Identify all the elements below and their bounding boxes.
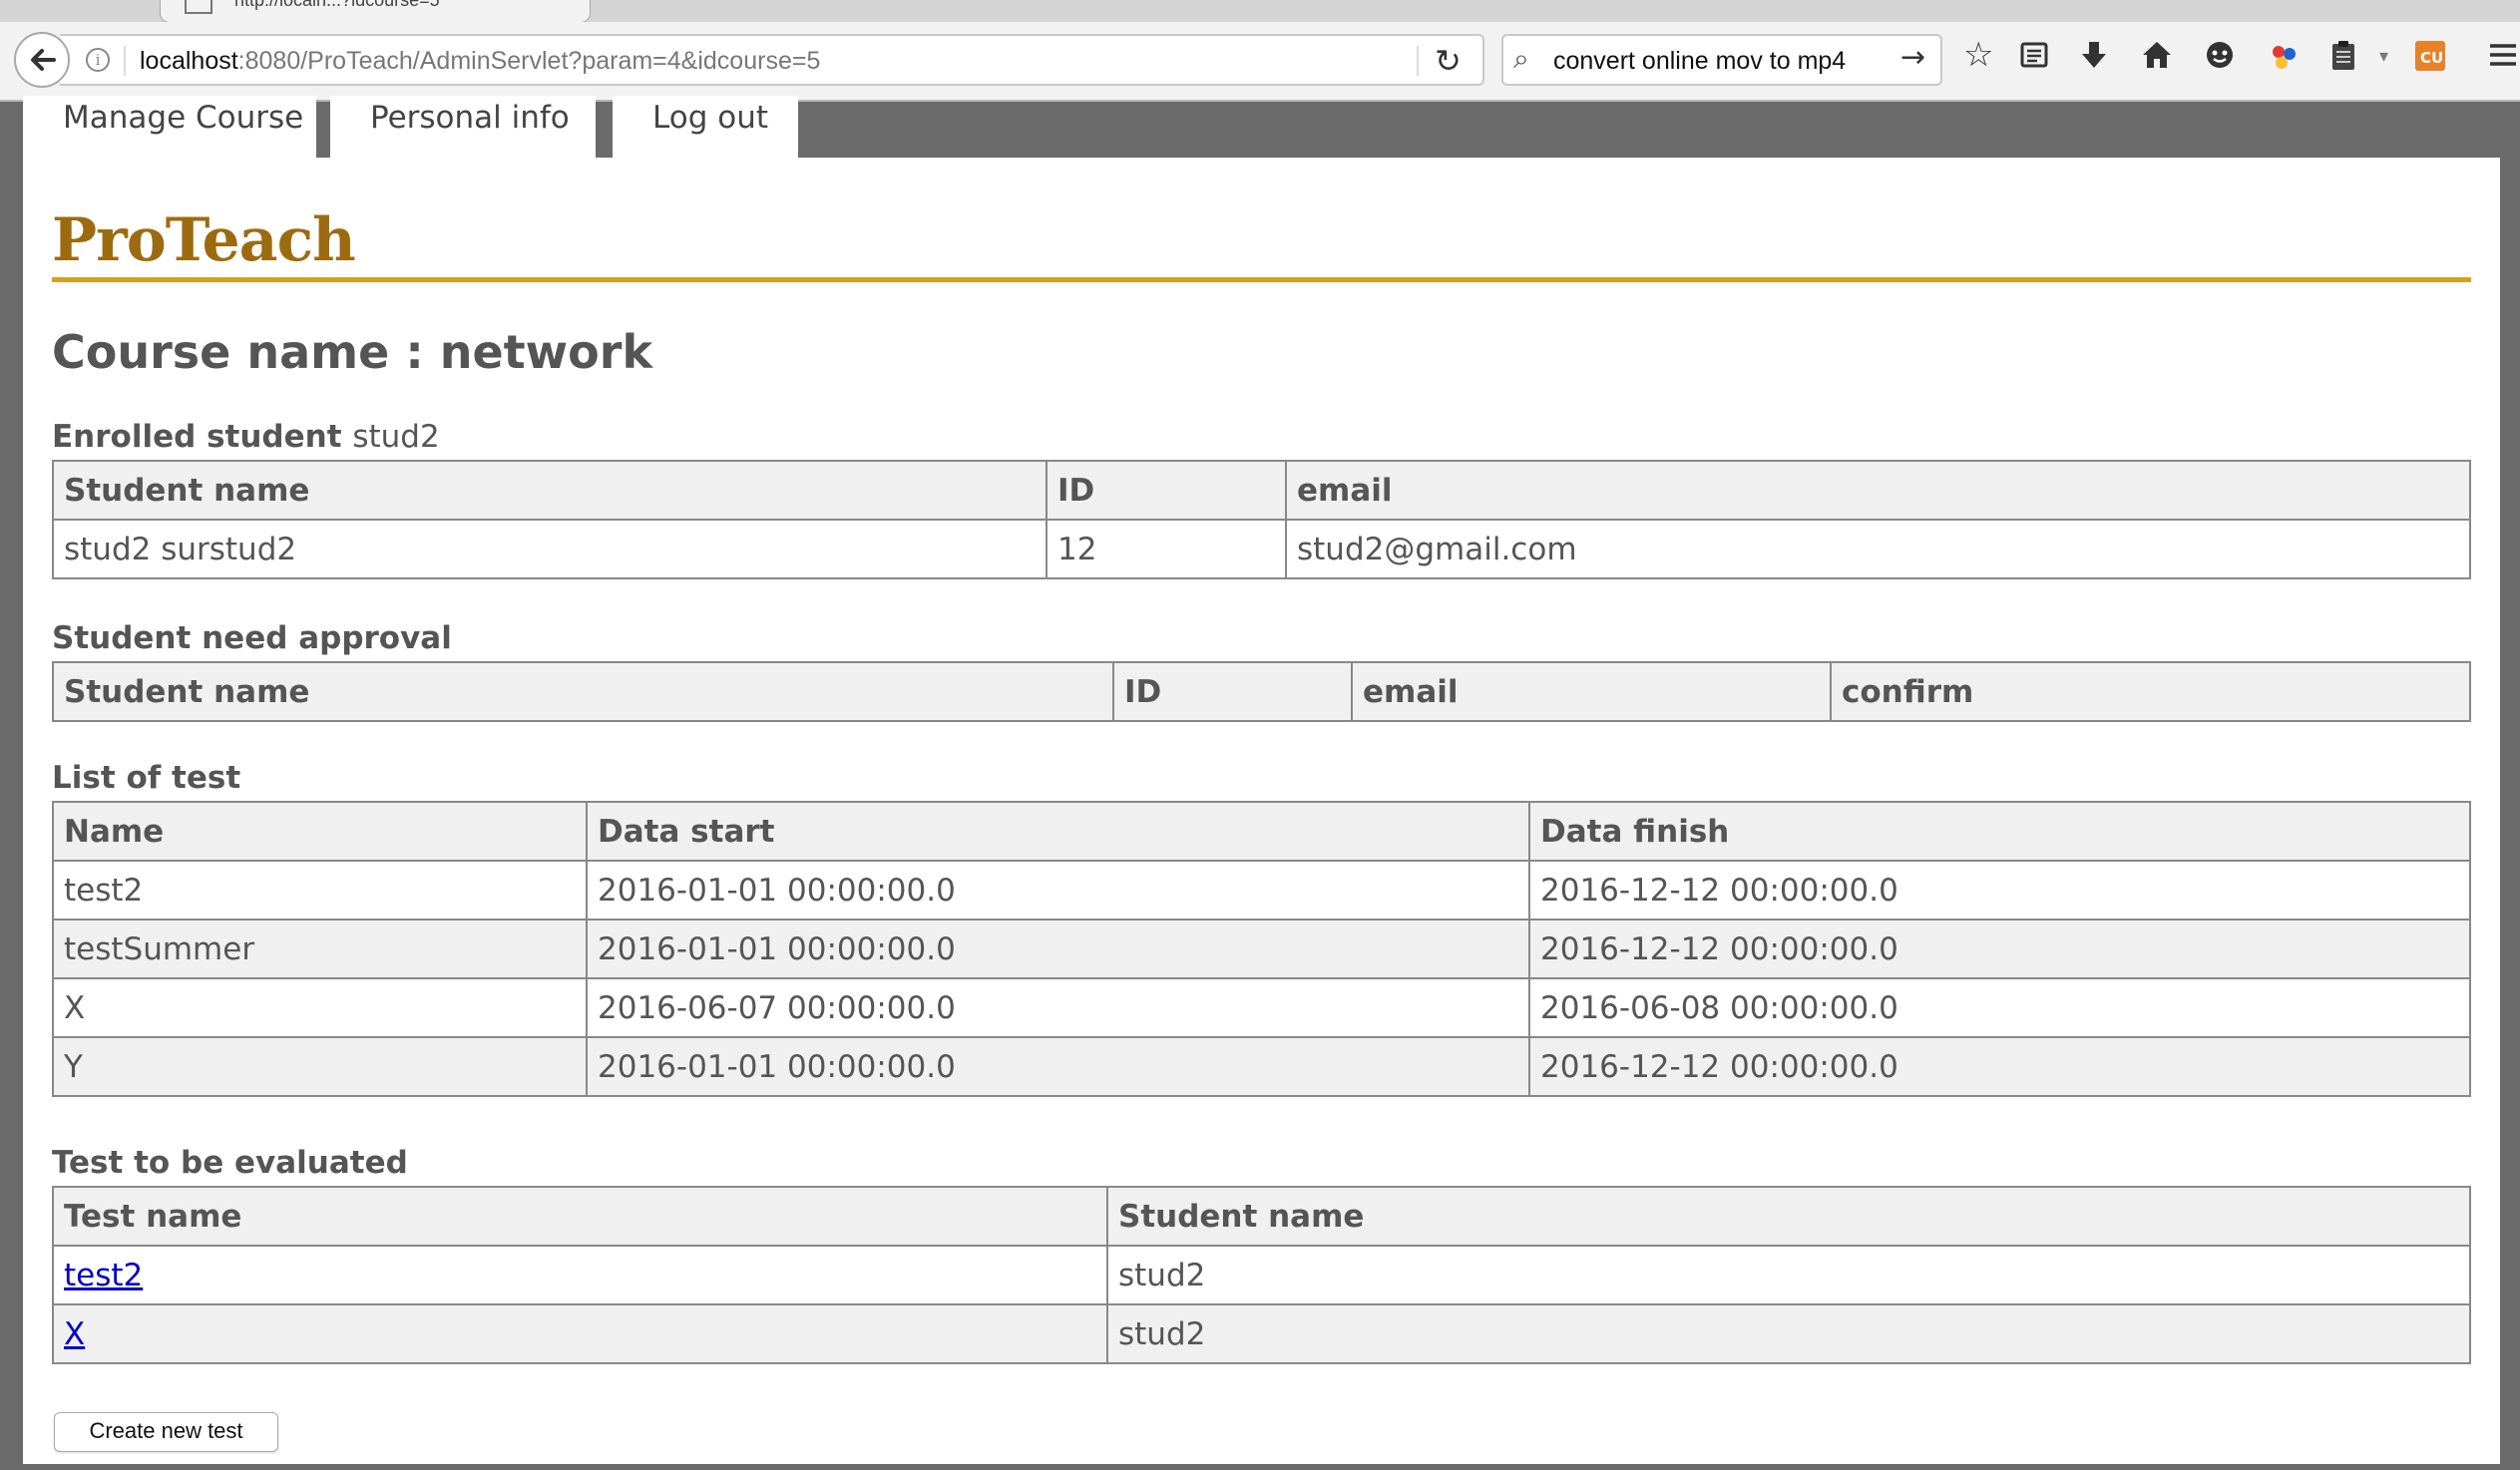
- browser-toolbar: i localhost:8080/ProTeach/AdminServlet?p…: [0, 22, 2520, 102]
- url-host: localhost: [140, 47, 238, 75]
- cu-extension-icon[interactable]: CU: [2414, 40, 2446, 78]
- back-button[interactable]: [14, 32, 70, 88]
- nav-personal-info[interactable]: Personal info: [330, 96, 596, 158]
- enrolled-heading: Enrolled student stud2: [52, 419, 440, 455]
- reading-list-icon[interactable]: [2019, 40, 2049, 76]
- table-row: stud2 surstud2 12 stud2@gmail.com: [52, 519, 2471, 579]
- evaluate-heading: Test to be evaluated: [52, 1145, 408, 1181]
- table-header-row: Test name Student name: [52, 1186, 2471, 1247]
- table-row: X 2016-06-07 00:00:00.0 2016-06-08 00:00…: [52, 977, 2471, 1038]
- svg-text:CU: CU: [2420, 49, 2443, 67]
- column-header: Data start: [586, 801, 1530, 862]
- search-bar[interactable]: ⌕ convert online mov to mp4 →: [1501, 34, 1942, 86]
- enrolled-table: Student name ID email stud2 surstud2 12 …: [52, 460, 2471, 579]
- page-icon: [185, 0, 212, 14]
- column-header: Name: [52, 801, 588, 862]
- chat-icon[interactable]: [2205, 40, 2235, 76]
- test-finish-cell: 2016-12-12 00:00:00.0: [1528, 1036, 2471, 1097]
- test-name-cell: test2: [52, 1245, 1108, 1305]
- test-start-cell: 2016-06-07 00:00:00.0: [586, 977, 1530, 1038]
- reload-divider: [1417, 46, 1419, 76]
- column-header: email: [1351, 661, 1832, 722]
- home-icon[interactable]: [2141, 40, 2173, 76]
- column-header: ID: [1112, 661, 1353, 722]
- table-row: X stud2: [52, 1303, 2471, 1364]
- nav-log-out[interactable]: Log out: [613, 96, 798, 158]
- test-finish-cell: 2016-12-12 00:00:00.0: [1528, 860, 2471, 920]
- site-logo: ProTeach: [52, 205, 356, 275]
- browser-tab-strip: http://localh...?idcourse=5: [0, 0, 2520, 23]
- url-text[interactable]: localhost:8080/ProTeach/AdminServlet?par…: [140, 47, 820, 76]
- nav-manage-course[interactable]: Manage Course: [23, 96, 316, 158]
- column-header: email: [1285, 460, 2471, 521]
- evaluate-table: Test name Student name test2 stud2 X stu…: [52, 1186, 2471, 1364]
- test-start-cell: 2016-01-01 00:00:00.0: [586, 860, 1530, 920]
- student-name-cell: stud2: [1106, 1303, 2471, 1364]
- column-header: Test name: [52, 1186, 1108, 1247]
- search-icon: ⌕: [1513, 42, 1529, 75]
- search-input[interactable]: convert online mov to mp4: [1553, 47, 1846, 76]
- test-start-cell: 2016-01-01 00:00:00.0: [586, 1036, 1530, 1097]
- info-icon[interactable]: i: [86, 48, 110, 72]
- table-row: testSummer 2016-01-01 00:00:00.0 2016-12…: [52, 919, 2471, 979]
- logo-divider: [52, 277, 2471, 282]
- column-header: Student name: [1106, 1186, 2471, 1247]
- column-header: ID: [1046, 460, 1287, 521]
- student-id-cell: 12: [1046, 519, 1287, 579]
- clipboard-icon[interactable]: [2330, 40, 2356, 78]
- page-content: ProTeach Course name : network Enrolled …: [23, 158, 2500, 1464]
- approval-heading: Student need approval: [52, 620, 452, 656]
- student-name-cell: stud2: [1106, 1245, 2471, 1305]
- column-header: Student name: [52, 460, 1048, 521]
- reload-icon[interactable]: ↻: [1435, 42, 1462, 80]
- url-divider: [124, 46, 126, 76]
- student-name-cell: stud2 surstud2: [52, 519, 1048, 579]
- approval-table: Student name ID email confirm: [52, 661, 2471, 722]
- forward-arrow-icon[interactable]: →: [1900, 40, 1925, 75]
- enrolled-heading-label: Enrolled student: [52, 419, 342, 455]
- test-name-cell: test2: [52, 860, 588, 920]
- color-extension-icon[interactable]: [2269, 42, 2299, 78]
- back-icon: [31, 49, 56, 71]
- table-row: Y 2016-01-01 00:00:00.0 2016-12-12 00:00…: [52, 1036, 2471, 1097]
- table-header-row: Student name ID email confirm: [52, 661, 2471, 722]
- column-header: Student name: [52, 661, 1114, 722]
- test-name-cell: Y: [52, 1036, 588, 1097]
- table-header-row: Student name ID email: [52, 460, 2471, 521]
- menu-icon[interactable]: [2488, 40, 2518, 76]
- student-email-cell: stud2@gmail.com: [1285, 519, 2471, 579]
- test-name-cell: X: [52, 1303, 1108, 1364]
- page-title: Course name : network: [52, 325, 653, 379]
- browser-tab-title[interactable]: http://localh...?idcourse=5: [234, 0, 440, 11]
- tests-heading: List of test: [52, 760, 241, 796]
- bookmark-star-icon[interactable]: ☆: [1963, 38, 1993, 72]
- test-finish-cell: 2016-06-08 00:00:00.0: [1528, 977, 2471, 1038]
- table-row: test2 stud2: [52, 1245, 2471, 1305]
- test-finish-cell: 2016-12-12 00:00:00.0: [1528, 919, 2471, 979]
- download-icon[interactable]: [2079, 40, 2109, 78]
- address-bar[interactable]: i localhost:8080/ProTeach/AdminServlet?p…: [60, 34, 1484, 86]
- enrolled-heading-value: stud2: [352, 419, 440, 455]
- test-name-cell: X: [52, 977, 588, 1038]
- table-header-row: Name Data start Data finish: [52, 801, 2471, 862]
- dropdown-icon[interactable]: ▾: [2379, 48, 2388, 66]
- column-header: Data finish: [1528, 801, 2471, 862]
- create-new-test-button[interactable]: Create new test: [54, 1412, 278, 1452]
- column-header: confirm: [1830, 661, 2471, 722]
- tests-table: Name Data start Data finish test2 2016-0…: [52, 801, 2471, 1097]
- url-path: :8080/ProTeach/AdminServlet?param=4&idco…: [237, 47, 821, 75]
- evaluate-test-link[interactable]: test2: [64, 1258, 143, 1293]
- table-row: test2 2016-01-01 00:00:00.0 2016-12-12 0…: [52, 860, 2471, 920]
- test-start-cell: 2016-01-01 00:00:00.0: [586, 919, 1530, 979]
- evaluate-test-link[interactable]: X: [64, 1316, 85, 1352]
- test-name-cell: testSummer: [52, 919, 588, 979]
